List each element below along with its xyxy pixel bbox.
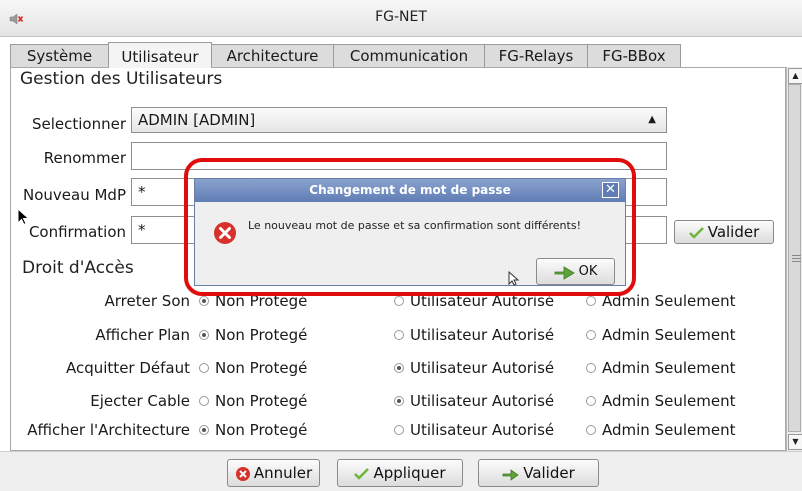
error-icon	[214, 222, 236, 244]
dialog-ok-label: OK	[578, 264, 598, 279]
access-label-afficher-architecture: Afficher l'Architecture	[27, 421, 190, 439]
dialog-title: Changement de mot de passe	[195, 179, 625, 202]
newpwd-label: Nouveau MdP	[23, 186, 126, 204]
dialog-message: Le nouveau mot de passe et sa confirmati…	[248, 219, 581, 232]
radio-acquitter-defaut-utilisateur[interactable]: Utilisateur Autorisé	[394, 359, 554, 377]
dialog-ok-button[interactable]: OK	[536, 258, 615, 285]
radio-arreter-son-non-protege[interactable]: Non Protegé	[199, 292, 307, 310]
section-title-users: Gestion des Utilisateurs	[20, 69, 223, 89]
radio-afficher-plan-admin[interactable]: Admin Seulement	[586, 326, 735, 344]
cancel-x-icon	[235, 466, 250, 481]
window-titlebar: FG-NET	[0, 0, 802, 37]
scroll-up-arrow-icon[interactable]: ▲	[788, 68, 802, 84]
dialog-close-icon[interactable]: ✕	[602, 182, 619, 198]
valider-password-label: Valider	[707, 223, 760, 241]
access-label-acquitter-defaut: Acquitter Défaut	[65, 359, 190, 377]
check-icon	[688, 226, 704, 239]
radio-acquitter-defaut-admin[interactable]: Admin Seulement	[586, 359, 735, 377]
radio-arreter-son-utilisateur[interactable]: Utilisateur Autorisé	[394, 292, 554, 310]
check-icon	[354, 467, 370, 480]
vertical-scrollbar[interactable]: ▲ ▼	[786, 67, 802, 451]
radio-ejecter-cable-admin[interactable]: Admin Seulement	[586, 392, 735, 410]
user-select[interactable]: ADMIN [ADMIN] ▲	[131, 107, 667, 133]
radio-afficher-architecture-utilisateur[interactable]: Utilisateur Autorisé	[394, 421, 554, 439]
section-title-access: Droit d'Accès	[22, 258, 134, 278]
tab-systeme[interactable]: Système	[10, 44, 109, 67]
annuler-button[interactable]: Annuler	[227, 459, 320, 487]
mouse-cursor-icon	[17, 208, 29, 226]
radio-afficher-architecture-non-protege[interactable]: Non Protegé	[199, 421, 307, 439]
rename-field[interactable]	[131, 142, 667, 170]
bottom-button-bar: Annuler Appliquer Valider	[0, 451, 802, 491]
tab-communication[interactable]: Communication	[333, 44, 485, 67]
radio-afficher-architecture-admin[interactable]: Admin Seulement	[586, 421, 735, 439]
tab-fg-bbox[interactable]: FG-BBox	[587, 44, 681, 67]
password-error-dialog: Changement de mot de passe ✕ Le nouveau …	[194, 178, 626, 286]
access-label-afficher-plan: Afficher Plan	[95, 326, 190, 344]
valider-password-button[interactable]: Valider	[674, 220, 774, 244]
rename-label: Renommer	[43, 149, 126, 167]
radio-ejecter-cable-utilisateur[interactable]: Utilisateur Autorisé	[394, 392, 554, 410]
valider-label: Valider	[523, 464, 575, 482]
appliquer-button[interactable]: Appliquer	[337, 459, 463, 487]
scroll-down-arrow-icon[interactable]: ▼	[788, 434, 802, 450]
updown-arrows-icon: ▲	[648, 114, 656, 125]
annuler-label: Annuler	[253, 464, 313, 482]
access-label-arreter-son: Arreter Son	[104, 292, 190, 310]
tab-architecture[interactable]: Architecture	[211, 44, 334, 67]
appliquer-label: Appliquer	[373, 464, 446, 482]
hand-ok-icon	[554, 265, 575, 280]
radio-acquitter-defaut-non-protege[interactable]: Non Protegé	[199, 359, 307, 377]
radio-arreter-son-admin[interactable]: Admin Seulement	[586, 292, 735, 310]
scrollbar-thumb[interactable]	[788, 84, 801, 432]
radio-ejecter-cable-non-protege[interactable]: Non Protegé	[199, 392, 307, 410]
valider-button[interactable]: Valider	[478, 459, 599, 487]
select-label: Selectionner	[31, 115, 126, 133]
tab-fg-relays[interactable]: FG-Relays	[484, 44, 588, 67]
window-title: FG-NET	[375, 9, 427, 25]
cursor-arrow-icon	[508, 271, 520, 286]
user-select-value: ADMIN [ADMIN]	[138, 111, 256, 129]
access-label-ejecter-cable: Ejecter Cable	[90, 392, 190, 410]
radio-afficher-plan-non-protege[interactable]: Non Protegé	[199, 326, 307, 344]
hand-ok-icon	[502, 468, 519, 481]
radio-afficher-plan-utilisateur[interactable]: Utilisateur Autorisé	[394, 326, 554, 344]
tab-utilisateur[interactable]: Utilisateur	[108, 42, 212, 68]
